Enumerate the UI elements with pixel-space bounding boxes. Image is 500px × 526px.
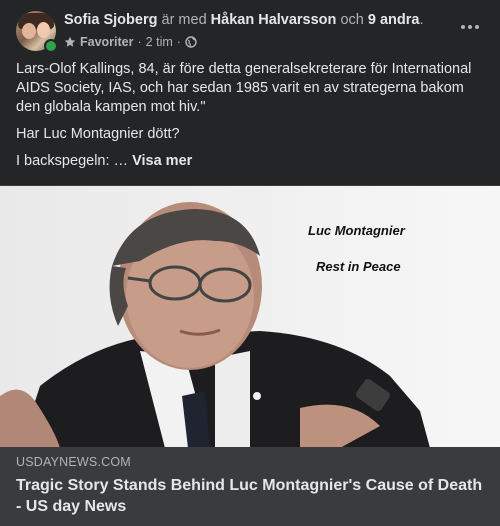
- more-dot-icon: [468, 25, 472, 29]
- image-caption-name: Luc Montagnier: [308, 223, 405, 238]
- globe-icon: [185, 36, 197, 48]
- link-preview[interactable]: USDAYNEWS.COM Tragic Story Stands Behind…: [0, 447, 500, 526]
- meta-separator: ·: [137, 35, 142, 49]
- and-text: och: [340, 12, 364, 28]
- post-paragraph: Har Luc Montagnier dött?: [16, 126, 180, 142]
- more-options-button[interactable]: [456, 17, 484, 37]
- others-link[interactable]: 9 andra: [368, 12, 420, 28]
- tagged-person-link[interactable]: Håkan Halvarsson: [211, 12, 337, 28]
- avatar-face-left: [22, 23, 36, 39]
- post-body: Lars-Olof Kallings, 84, är före detta ge…: [16, 60, 484, 179]
- image-caption-rip: Rest in Peace: [316, 259, 401, 274]
- link-title[interactable]: Tragic Story Stands Behind Luc Montagnie…: [16, 475, 484, 517]
- post-header: Sofia Sjoberg är med Håkan Halvarsson oc…: [16, 11, 484, 53]
- more-dot-icon: [461, 25, 465, 29]
- post-paragraph: Lars-Olof Kallings, 84, är före detta ge…: [16, 61, 472, 115]
- post-paragraph-last: I backspegeln: … Visa mer: [16, 152, 484, 171]
- online-status-dot: [44, 39, 58, 53]
- post-paragraph-prefix: I backspegeln: …: [16, 153, 129, 169]
- link-domain: USDAYNEWS.COM: [16, 455, 131, 469]
- author-link[interactable]: Sofia Sjoberg: [64, 12, 157, 28]
- post-image[interactable]: Luc Montagnier Rest in Peace: [0, 185, 500, 448]
- audience-label[interactable]: Favoriter: [80, 34, 134, 50]
- see-more-link[interactable]: Visa mer: [132, 153, 192, 169]
- with-text: är med: [161, 12, 207, 28]
- post-card: Sofia Sjoberg är med Håkan Halvarsson oc…: [0, 0, 500, 526]
- title-period: .: [419, 12, 424, 28]
- avatar-face-right: [37, 22, 50, 38]
- timestamp[interactable]: 2 tim: [146, 34, 173, 50]
- post-subline: Favoriter · 2 tim ·: [64, 34, 444, 50]
- post-title-line: Sofia Sjoberg är med Håkan Halvarsson oc…: [64, 11, 444, 29]
- post-meta: Sofia Sjoberg är med Håkan Halvarsson oc…: [64, 11, 444, 50]
- more-dot-icon: [475, 25, 479, 29]
- star-icon: [64, 36, 76, 47]
- photo-illustration: [0, 186, 500, 448]
- meta-separator-2: ·: [176, 35, 181, 49]
